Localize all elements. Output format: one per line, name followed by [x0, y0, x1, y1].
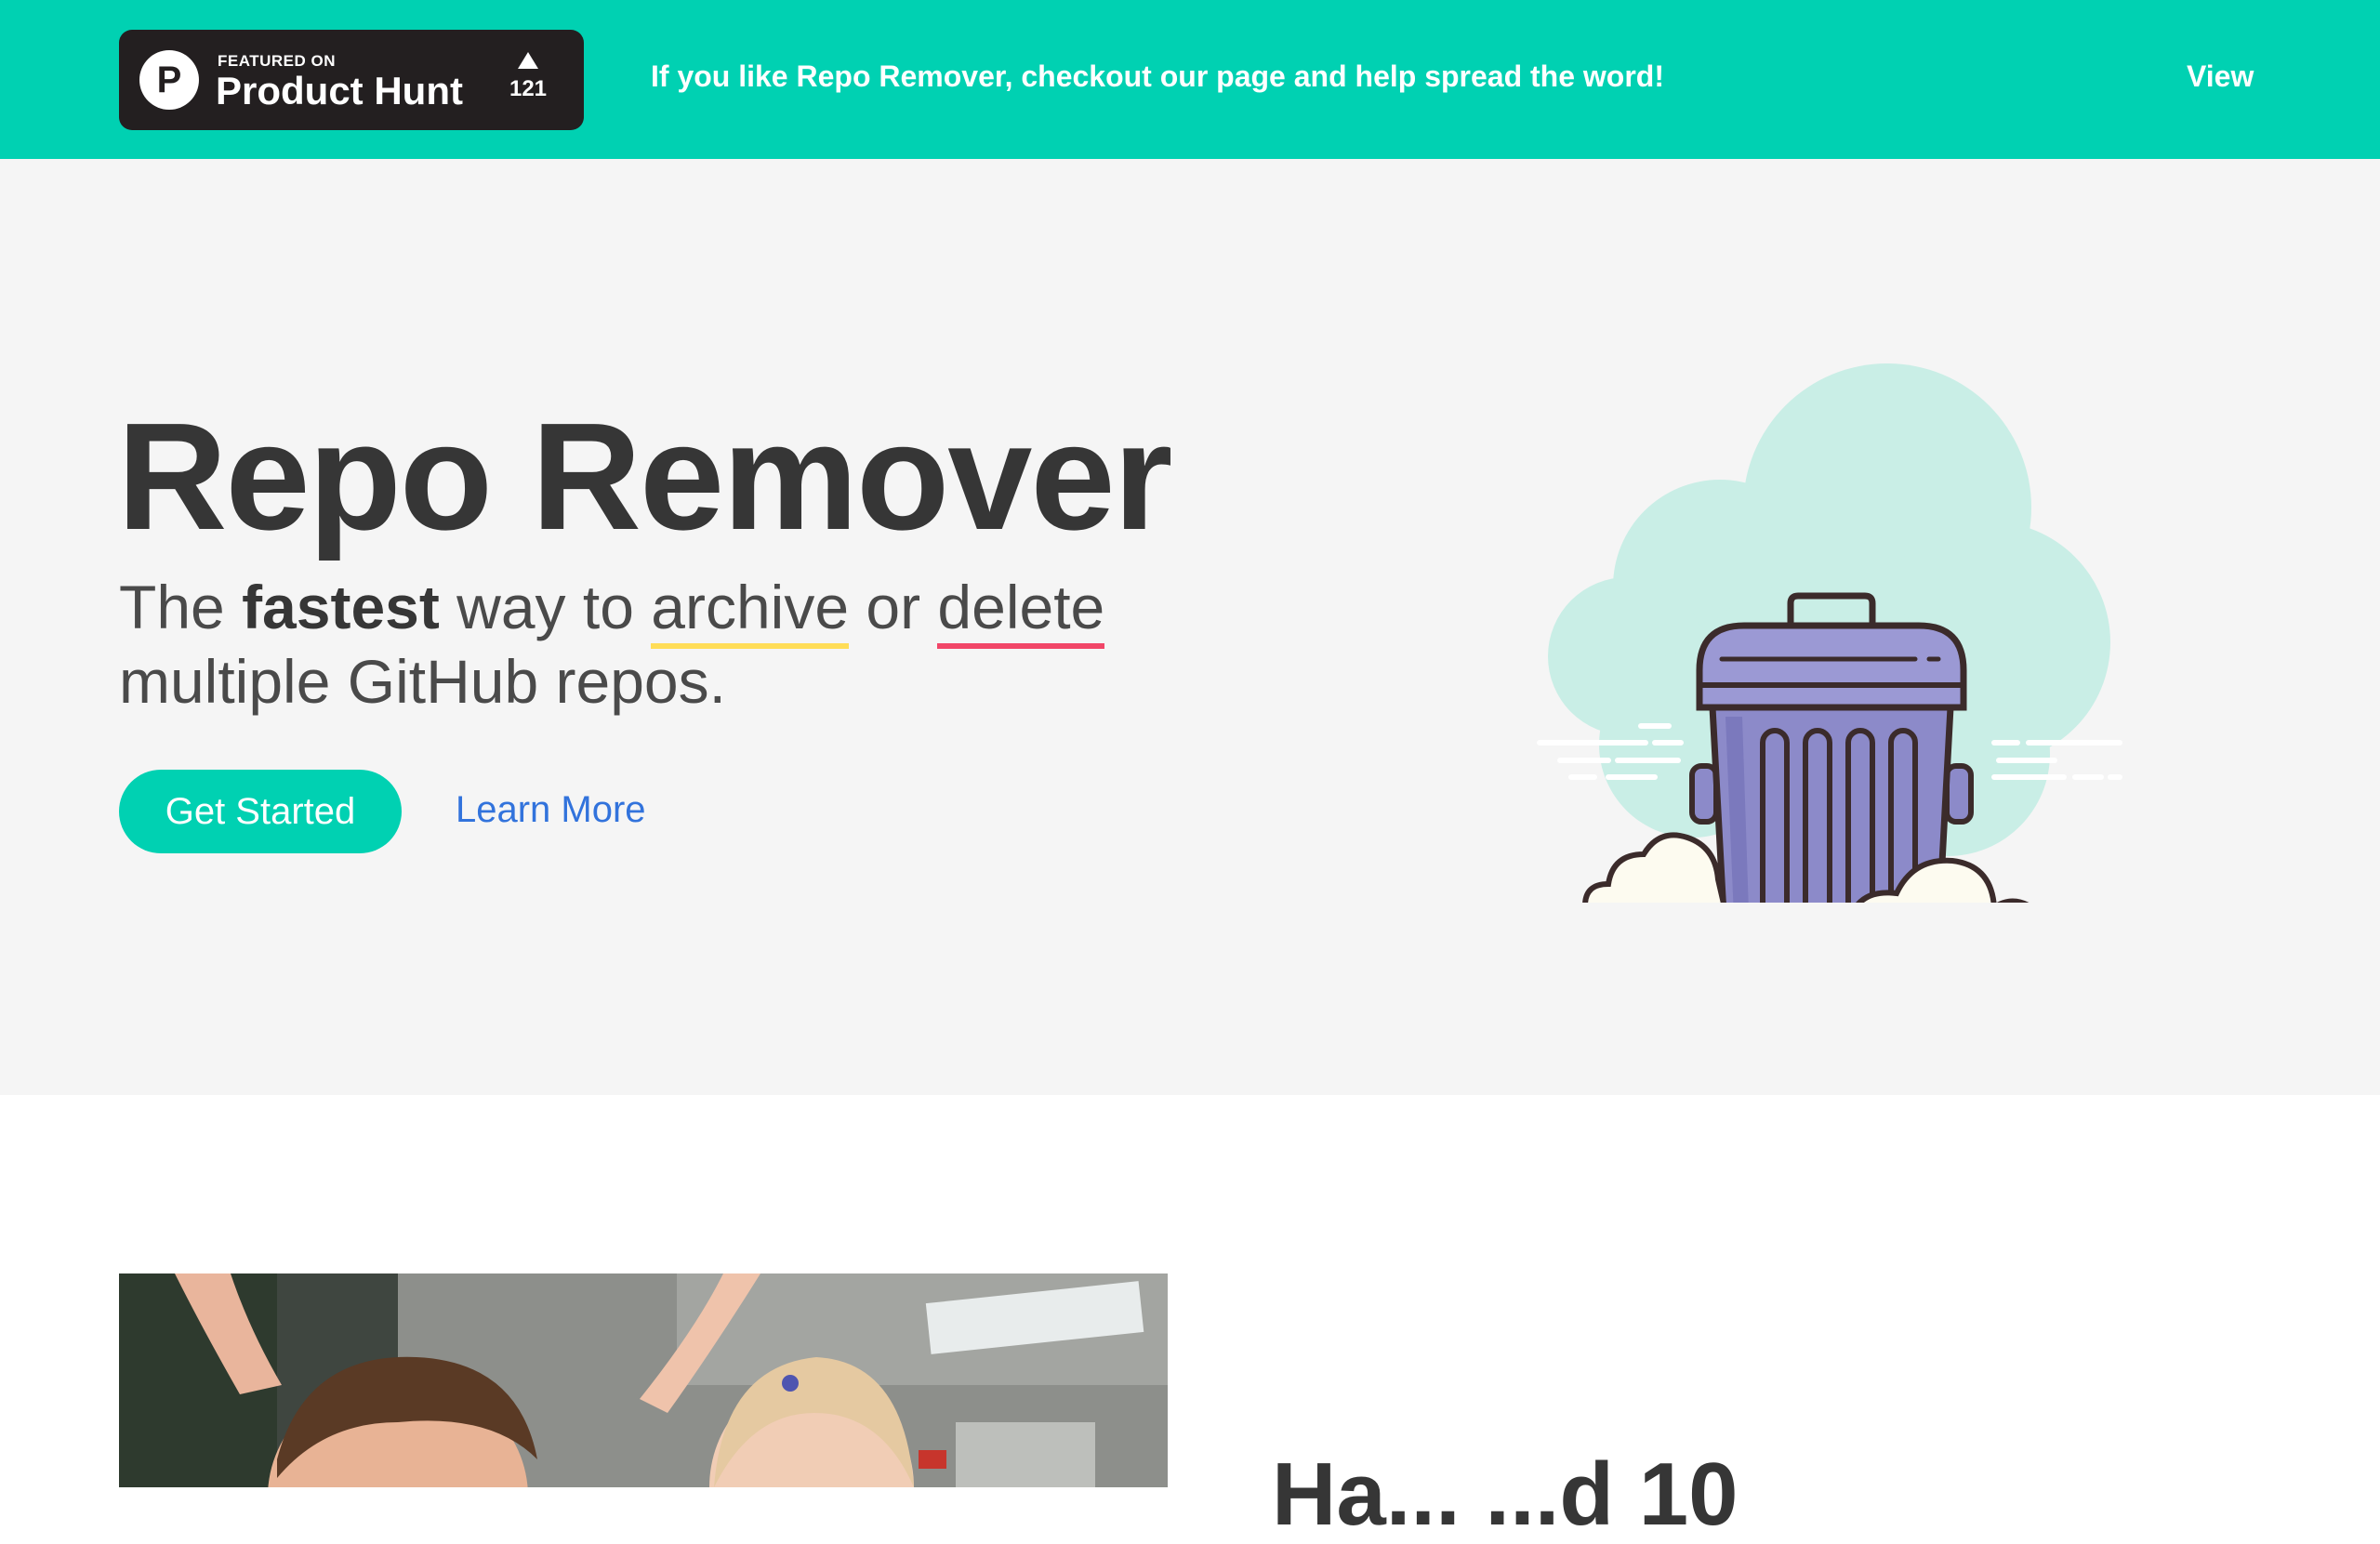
trash-can-in-clouds-icon — [1537, 363, 2122, 903]
subtitle-part1: The — [119, 573, 243, 641]
hero-section: Repo Remover The fastest way to archive … — [0, 159, 2380, 1095]
subtitle-fastest: fastest — [242, 573, 440, 641]
product-hunt-badge[interactable]: P FEATURED ON Product Hunt 121 — [119, 30, 584, 130]
banner-message: If you like Repo Remover, checkout our p… — [651, 59, 1664, 93]
section-heading: Ha... ...d 10 — [1272, 1445, 1739, 1544]
page-title: Repo Remover — [117, 391, 1172, 561]
kids-celebrating-photo — [119, 1273, 1168, 1487]
photo-illustration — [119, 1273, 1168, 1487]
product-hunt-logo-letter: P — [156, 59, 182, 100]
subtitle-delete: delete — [937, 573, 1105, 649]
view-link[interactable]: View — [2187, 59, 2254, 94]
learn-more-link[interactable]: Learn More — [456, 789, 646, 831]
subtitle-archive: archive — [651, 573, 850, 649]
subtitle-part3: or — [849, 573, 938, 641]
featured-on-label: FEATURED ON — [218, 52, 337, 70]
upvote-count: 121 — [509, 76, 548, 101]
subtitle-part2: way to — [439, 573, 652, 641]
product-hunt-logo-icon: P — [139, 50, 199, 110]
upvote-arrow-icon — [518, 52, 538, 69]
get-started-button[interactable]: Get Started — [119, 770, 402, 853]
product-hunt-banner: P FEATURED ON Product Hunt 121 If you li… — [0, 0, 2380, 159]
hero-subtitle: The fastest way to archive or delete mul… — [119, 570, 1235, 719]
subtitle-part4: multiple GitHub repos. — [119, 647, 726, 716]
product-hunt-brand: Product Hunt — [216, 69, 463, 112]
upvote-counter: 121 — [500, 52, 556, 102]
